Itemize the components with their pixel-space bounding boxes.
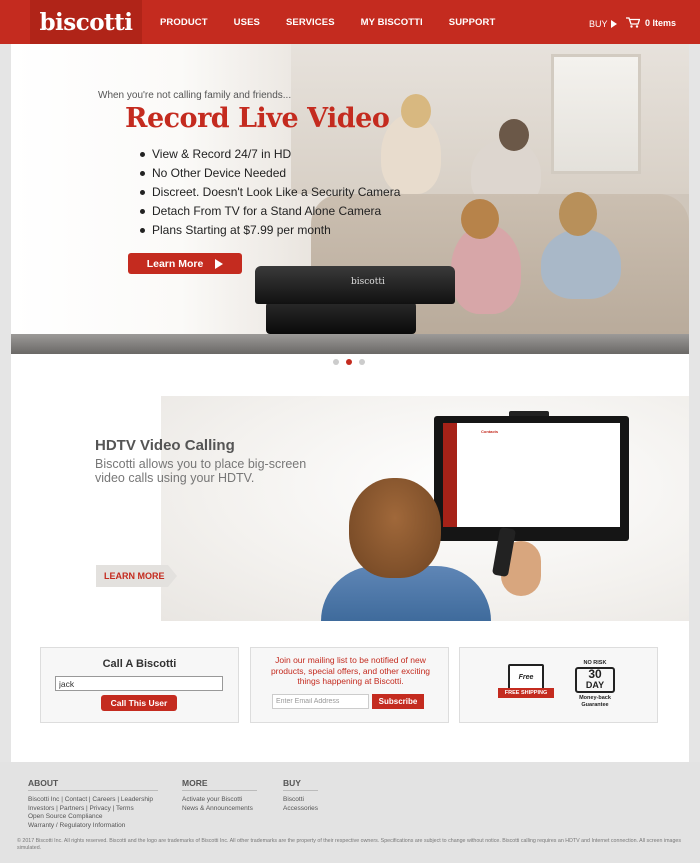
hero-photo-parent-head bbox=[499, 119, 529, 151]
hero-photo-parent-head bbox=[401, 94, 431, 128]
hdtv-learn-more-button[interactable]: LEARN MORE bbox=[96, 565, 177, 587]
guarantee-badge: NO RISK 30 DAY Money-back Guarantee bbox=[573, 660, 617, 708]
hero-feature-item: Plans Starting at $7.99 per month bbox=[140, 221, 400, 240]
footer-about-links[interactable]: Biscotti Inc | Contact | Careers | Leade… bbox=[28, 796, 158, 805]
play-arrow-icon bbox=[215, 258, 224, 269]
camera-brand-label: biscotti bbox=[351, 277, 385, 287]
biscotti-logo[interactable]: biscotti bbox=[30, 0, 142, 44]
hdtv-title: HDTV Video Calling bbox=[95, 437, 235, 454]
footer-warranty-link[interactable]: Warranty / Regulatory Information bbox=[28, 822, 158, 831]
hero-feature-item: No Other Device Needed bbox=[140, 164, 400, 183]
footer-news-link[interactable]: News & Announcements bbox=[182, 805, 257, 814]
free-shipping-ribbon: FREE SHIPPING bbox=[498, 688, 554, 698]
cart-link[interactable]: 0 Items bbox=[626, 17, 676, 28]
play-arrow-icon bbox=[610, 20, 617, 28]
thirty-day-icon: 30 DAY bbox=[575, 667, 615, 693]
cart-count: 0 Items bbox=[645, 17, 677, 28]
footer-activate-link[interactable]: Activate your Biscotti bbox=[182, 796, 257, 805]
main-nav: PRODUCT USES SERVICES MY BISCOTTI SUPPOR… bbox=[160, 0, 521, 44]
buy-label: BUY bbox=[589, 19, 608, 29]
call-user-input[interactable] bbox=[55, 676, 223, 691]
cart-icon bbox=[626, 17, 640, 28]
hero-photo-child-head bbox=[461, 199, 499, 239]
footer-more-column: MORE Activate your Biscotti News & Annou… bbox=[182, 778, 257, 813]
hero-learn-more-label: Learn More bbox=[146, 257, 204, 270]
no-risk-label: NO RISK bbox=[583, 660, 607, 666]
free-shipping-badge: Free FREE SHIPPING bbox=[498, 664, 554, 704]
truck-icon: Free bbox=[508, 664, 544, 690]
hero-feature-list: View & Record 24/7 in HD No Other Device… bbox=[140, 145, 400, 240]
hero-learn-more-button[interactable]: Learn More bbox=[128, 253, 242, 274]
email-input[interactable] bbox=[272, 694, 369, 709]
hero-feature-item: Discreet. Doesn't Look Like a Security C… bbox=[140, 183, 400, 202]
nav-support[interactable]: SUPPORT bbox=[449, 17, 496, 28]
buy-link[interactable]: BUY bbox=[589, 19, 617, 29]
badges-box: Free FREE SHIPPING NO RISK 30 DAY Money-… bbox=[459, 647, 658, 723]
hero-photo-window bbox=[551, 54, 641, 174]
tv-screen bbox=[443, 423, 620, 527]
mailing-list-message: Join our mailing list to be notified of … bbox=[270, 655, 431, 686]
hero-feature-item: Detach From TV for a Stand Alone Camera bbox=[140, 202, 400, 221]
footer-more-title: MORE bbox=[182, 778, 257, 791]
footer-about-links[interactable]: Investors | Partners | Privacy | Terms bbox=[28, 805, 158, 814]
call-biscotti-box: Call A Biscotti Call This User bbox=[40, 647, 239, 723]
subscribe-button[interactable]: Subscribe bbox=[372, 694, 424, 709]
days-number: 30 bbox=[588, 667, 602, 681]
boy-image-head bbox=[349, 478, 441, 578]
footer-accessories-link[interactable]: Accessories bbox=[283, 805, 318, 814]
nav-product[interactable]: PRODUCT bbox=[160, 17, 208, 28]
call-this-user-button[interactable]: Call This User bbox=[101, 695, 177, 711]
footer-buy-title: BUY bbox=[283, 778, 318, 791]
nav-uses[interactable]: USES bbox=[234, 17, 260, 28]
days-label: DAY bbox=[585, 680, 605, 690]
slider-pagination bbox=[333, 359, 372, 365]
hdtv-section: Contacts bbox=[11, 396, 689, 621]
footer-about-column: ABOUT Biscotti Inc | Contact | Careers |… bbox=[28, 778, 158, 830]
footer-buy-column: BUY Biscotti Accessories bbox=[283, 778, 318, 813]
tv-screen-contacts-label: Contacts bbox=[481, 429, 499, 434]
tv-screen-sidebar bbox=[443, 423, 457, 527]
hero-subtitle: When you're not calling family and frien… bbox=[98, 90, 292, 101]
hero-feature-item: View & Record 24/7 in HD bbox=[140, 145, 400, 164]
camera-mount bbox=[266, 302, 416, 334]
slider-dot-3[interactable] bbox=[359, 359, 365, 365]
hdtv-description: Biscotti allows you to place big-screen … bbox=[95, 457, 307, 485]
money-back-label: Money-back Guarantee bbox=[579, 695, 611, 708]
hero-photo-child-head bbox=[559, 192, 597, 236]
call-box-title: Call A Biscotti bbox=[102, 658, 177, 670]
hero-photo-tv-edge bbox=[11, 334, 689, 354]
footer-about-title: ABOUT bbox=[28, 778, 158, 791]
site-header: biscotti PRODUCT USES SERVICES MY BISCOT… bbox=[0, 0, 700, 44]
footer-open-source-link[interactable]: Open Source Compliance bbox=[28, 813, 158, 822]
footer-copyright: © 2017 Biscotti Inc. All rights reserved… bbox=[17, 838, 681, 851]
hero-photo-child bbox=[541, 229, 621, 299]
nav-my-biscotti[interactable]: MY BISCOTTI bbox=[361, 17, 423, 28]
free-label: Free bbox=[518, 673, 534, 681]
nav-services[interactable]: SERVICES bbox=[286, 17, 335, 28]
slider-dot-1[interactable] bbox=[333, 359, 339, 365]
mailing-list-box: Join our mailing list to be notified of … bbox=[250, 647, 449, 723]
hero-title: Record Live Video bbox=[125, 103, 390, 134]
slider-dot-2[interactable] bbox=[346, 359, 352, 365]
footer-biscotti-link[interactable]: Biscotti bbox=[283, 796, 318, 805]
